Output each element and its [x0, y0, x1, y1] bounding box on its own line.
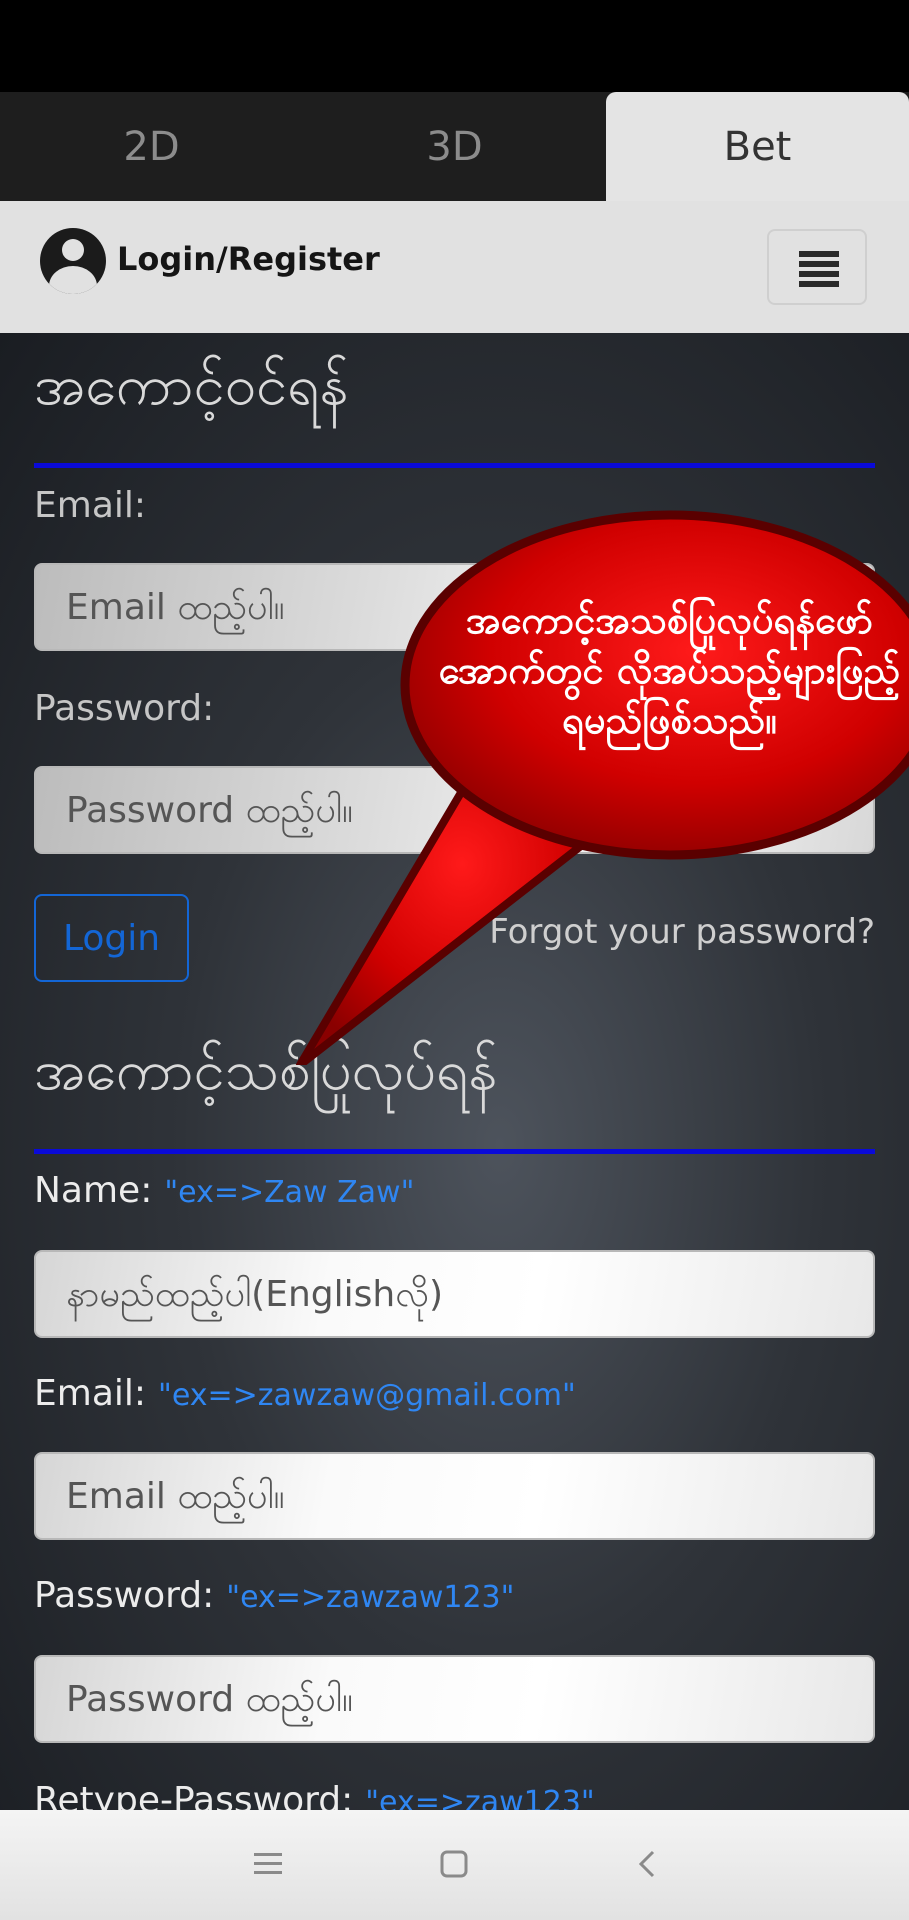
name-label-row: Name: "ex=>Zaw Zaw"	[34, 1170, 414, 1211]
callout-bubble	[296, 510, 909, 1065]
password-hint: "ex=>zawzaw123"	[226, 1580, 515, 1615]
register-password-field[interactable]	[34, 1655, 875, 1743]
password-label: Password:	[34, 1575, 215, 1616]
login-button[interactable]: Login	[34, 894, 189, 982]
login-email-label: Email:	[34, 485, 147, 526]
register-password-input[interactable]	[36, 1657, 873, 1741]
login-heading: အကောင့်ဝင်ရန်	[34, 353, 349, 418]
callout-text: အကောင့်အသစ်ပြုလုပ်ရန်ဖော်အောက်တွင် လိုအပ…	[438, 598, 901, 742]
email-label-row: Email: "ex=>zawzaw@gmail.com"	[34, 1373, 576, 1414]
login-register-link[interactable]: Login/Register	[117, 240, 380, 278]
home-square-icon[interactable]	[428, 1838, 480, 1890]
name-field[interactable]	[34, 1250, 875, 1338]
back-chevron-icon[interactable]	[621, 1838, 673, 1890]
name-input[interactable]	[36, 1252, 873, 1336]
recents-icon[interactable]	[242, 1838, 294, 1890]
tab-bar: 2D 3D Bet	[0, 92, 909, 201]
tab-2d[interactable]: 2D	[0, 92, 303, 201]
hamburger-menu-button[interactable]	[767, 229, 867, 305]
login-password-label: Password:	[34, 688, 215, 729]
name-label: Name:	[34, 1170, 153, 1211]
hamburger-menu-icon	[799, 251, 839, 257]
email-label: Email:	[34, 1373, 147, 1414]
status-bar	[0, 0, 909, 92]
divider	[34, 463, 875, 468]
register-email-input[interactable]	[36, 1454, 873, 1538]
email-hint: "ex=>zawzaw@gmail.com"	[158, 1378, 576, 1413]
tab-bet[interactable]: Bet	[606, 92, 909, 201]
divider	[34, 1149, 875, 1154]
user-circle-icon[interactable]	[40, 228, 106, 294]
name-hint: "ex=>Zaw Zaw"	[164, 1175, 415, 1210]
tab-3d[interactable]: 3D	[303, 92, 606, 201]
register-email-field[interactable]	[34, 1452, 875, 1540]
password-label-row: Password: "ex=>zawzaw123"	[34, 1575, 514, 1616]
